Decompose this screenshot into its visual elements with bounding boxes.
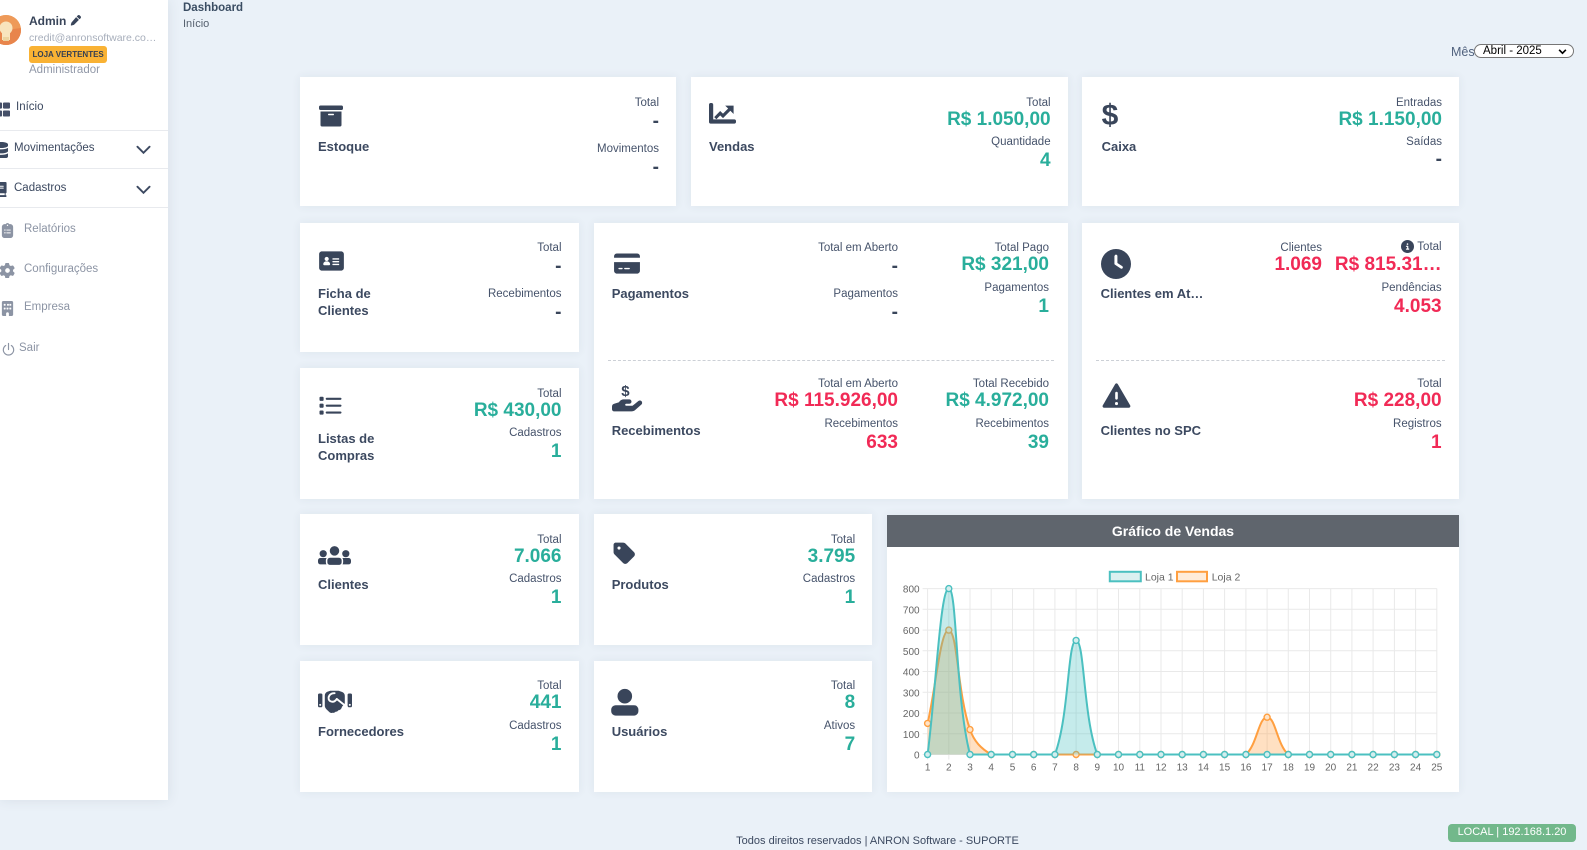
svg-text:700: 700 (903, 605, 920, 616)
svg-text:4: 4 (988, 763, 994, 774)
svg-text:17: 17 (1262, 763, 1274, 774)
svg-text:800: 800 (903, 585, 920, 596)
svg-text:8: 8 (1073, 763, 1079, 774)
svg-text:5: 5 (1010, 763, 1016, 774)
svg-text:1: 1 (925, 763, 931, 774)
svg-text:100: 100 (903, 730, 920, 741)
svg-text:14: 14 (1198, 763, 1210, 774)
svg-text:9: 9 (1095, 763, 1101, 774)
svg-text:16: 16 (1240, 763, 1252, 774)
svg-text:25: 25 (1431, 763, 1443, 774)
svg-text:$: $ (621, 383, 630, 400)
svg-text:300: 300 (903, 688, 920, 699)
svg-text:600: 600 (903, 626, 920, 637)
svg-text:7: 7 (1052, 763, 1058, 774)
svg-text:11: 11 (1135, 763, 1146, 774)
svg-text:13: 13 (1177, 763, 1189, 774)
svg-text:400: 400 (903, 668, 920, 679)
svg-text:15: 15 (1219, 763, 1231, 774)
svg-text:3: 3 (967, 763, 973, 774)
svg-text:23: 23 (1389, 763, 1401, 774)
svg-text:12: 12 (1155, 763, 1167, 774)
svg-text:2: 2 (946, 763, 952, 774)
svg-text:200: 200 (903, 709, 920, 720)
svg-text:500: 500 (903, 647, 920, 658)
svg-text:20: 20 (1325, 763, 1337, 774)
svg-text:0: 0 (914, 751, 920, 762)
svg-text:18: 18 (1283, 763, 1295, 774)
svg-text:6: 6 (1031, 763, 1037, 774)
svg-text:24: 24 (1410, 763, 1422, 774)
svg-text:22: 22 (1368, 763, 1380, 774)
svg-text:21: 21 (1346, 763, 1358, 774)
svg-text:Loja 2: Loja 2 (1212, 572, 1241, 584)
svg-text:19: 19 (1304, 763, 1316, 774)
svg-text:Loja 1: Loja 1 (1145, 572, 1174, 584)
svg-text:10: 10 (1113, 763, 1125, 774)
